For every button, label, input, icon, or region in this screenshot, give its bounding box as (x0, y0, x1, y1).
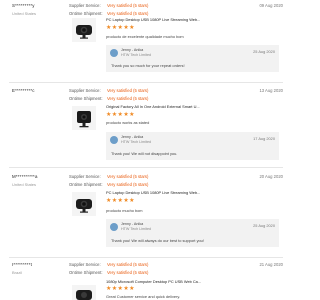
reviews-page: S*********y United States Supplier Servi… (0, 0, 291, 300)
seller-name: Jenny - Anika (121, 135, 144, 139)
ontime-shipment-label: Ontime Shipment: (69, 182, 103, 187)
reply-date: 25 Aug 2020 (253, 223, 275, 228)
reply-date: 25 Aug 2020 (253, 49, 275, 54)
reviewer-name: I*********t (12, 262, 33, 267)
review-comment: Great Customer service and quick deliver… (106, 294, 181, 299)
reviewer-country: United States (12, 11, 37, 16)
seller-reply: Jenny - Anika HTW Tech Limited 25 Aug 20… (106, 45, 279, 72)
ontime-shipment-label: Ontime Shipment: (69, 270, 103, 275)
supplier-service-label: Supplier Service: (69, 3, 101, 8)
seller-avatar (110, 136, 118, 144)
webcam-icon (76, 25, 92, 39)
review-comment: producto de excelente qualidade mucho bo… (106, 34, 184, 39)
product-thumbnail[interactable] (72, 285, 96, 300)
seller-name: Jenny - Anika (121, 48, 144, 52)
ontime-shipment-rating: Very satisfied (5 stars) (107, 96, 149, 101)
reviewer-country: Brazil (12, 270, 23, 275)
ontime-shipment-label: Ontime Shipment: (69, 96, 103, 101)
seller-reply: Jenny - Anika HTW Tech Limited 17 Aug 20… (106, 132, 279, 160)
supplier-service-label: Supplier Service: (69, 88, 101, 93)
supplier-service-rating: Very satisfied (5 stars) (107, 3, 149, 8)
reply-text: Thank you! We will not disappoint you. (111, 151, 178, 156)
reply-date: 17 Aug 2020 (253, 136, 275, 141)
reviewer-country: United States (12, 182, 37, 187)
webcam-icon (76, 199, 92, 213)
ontime-shipment-rating: Very satisfied (5 stars) (107, 182, 149, 187)
divider (9, 82, 283, 83)
seller-avatar (110, 223, 118, 231)
product-thumbnail[interactable] (72, 106, 96, 130)
seller-store: HTW Tech Limited (121, 53, 152, 57)
product-title-link[interactable]: PC Laptop Desktop USB 1080P Live Streami… (106, 17, 200, 22)
divider (9, 257, 283, 258)
supplier-service-label: Supplier Service: (69, 262, 101, 267)
reviewer-name: S*********y (12, 3, 35, 8)
rating-stars: ★★★★★ (106, 286, 135, 292)
seller-store: HTW Tech Limited (121, 140, 152, 144)
ontime-shipment-rating: Very satisfied (5 stars) (107, 11, 149, 16)
review-date: 13 Aug 2020 (259, 88, 283, 93)
rating-stars: ★★★★★ (106, 198, 135, 204)
supplier-service-rating: Very satisfied (5 stars) (107, 262, 149, 267)
review-date: 21 Aug 2020 (259, 262, 283, 267)
product-title-link[interactable]: PC Laptop Desktop USB 1080P Live Streami… (106, 190, 200, 195)
reply-text: Thank you! We will always do our best to… (111, 238, 204, 243)
supplier-service-rating: Very satisfied (5 stars) (107, 88, 149, 93)
reviewer-name: M**********a (12, 174, 38, 179)
supplier-service-rating: Very satisfied (5 stars) (107, 174, 149, 179)
review-date: 20 Aug 2020 (259, 174, 283, 179)
review-date: 09 Aug 2020 (259, 3, 283, 8)
product-title-link[interactable]: 1080p Microsoft Computer Desktop PC USB … (106, 279, 201, 284)
reply-text: Thank you so much for your repeat orders… (111, 63, 185, 68)
review-comment: producto works as stated (106, 120, 150, 125)
seller-store: HTW Tech Limited (121, 227, 152, 231)
webcam-icon (76, 290, 92, 300)
ontime-shipment-rating: Very satisfied (5 stars) (107, 270, 149, 275)
product-thumbnail[interactable] (72, 18, 96, 42)
product-title-link[interactable]: Original Factory All In One Android Exte… (106, 104, 200, 109)
seller-name: Jenny - Anika (121, 222, 144, 226)
rating-stars: ★★★★★ (106, 112, 135, 118)
seller-avatar (110, 49, 118, 57)
supplier-service-label: Supplier Service: (69, 174, 101, 179)
rating-stars: ★★★★★ (106, 25, 135, 31)
seller-reply: Jenny - Anika HTW Tech Limited 25 Aug 20… (106, 219, 279, 247)
webcam-icon (77, 111, 91, 128)
divider (9, 167, 283, 168)
review-comment: producto mucho bom (106, 208, 143, 213)
ontime-shipment-label: Ontime Shipment: (69, 11, 103, 16)
product-thumbnail[interactable] (72, 192, 96, 216)
reviewer-name: E*********c (12, 88, 35, 93)
